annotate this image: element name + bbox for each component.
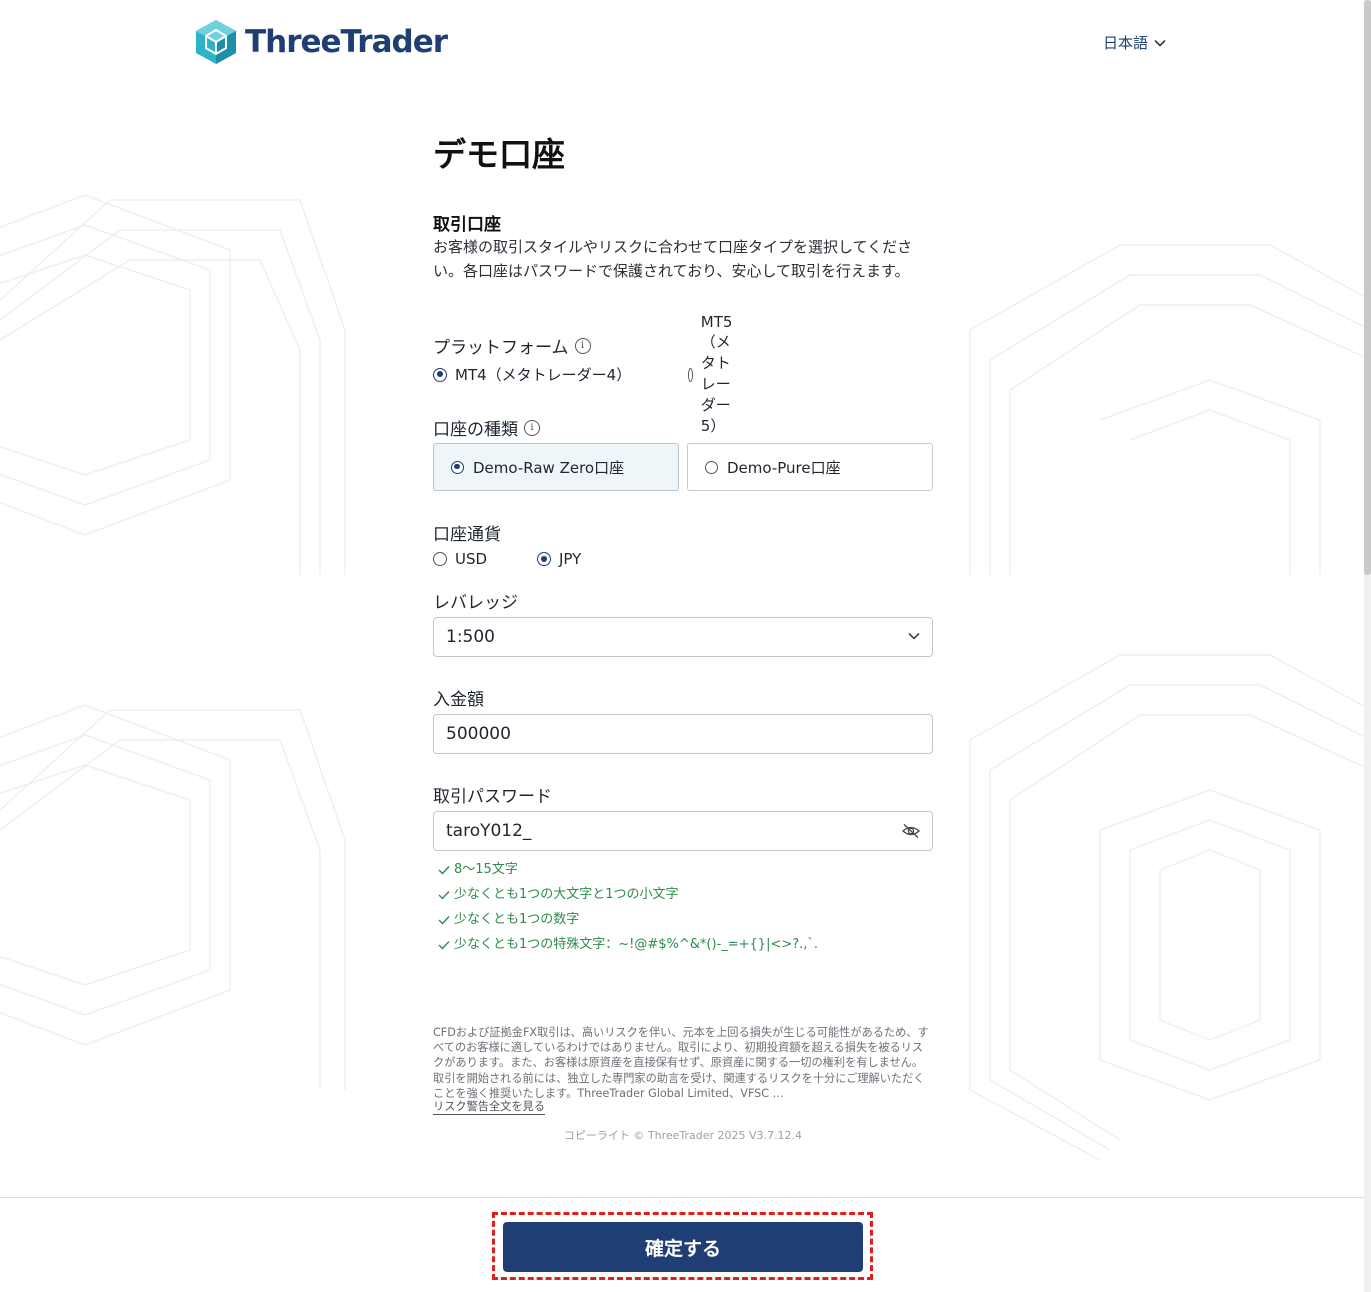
copyright-text: コピーライト © ThreeTrader 2025 V3.7.12.4 [563,1129,803,1142]
password-rules-list: 8～15文字 少なくとも1つの大文字と1つの小文字 少なくとも1つの数字 少なく… [438,857,818,957]
password-input[interactable] [446,821,886,841]
page-title: デモ口座 [433,135,565,174]
chevron-down-icon [908,632,920,640]
account-type-label-text: 口座の種類 [433,420,518,440]
section-description: お客様の取引スタイルやリスクに合わせて口座タイプを選択してください。各口座はパス… [433,238,913,280]
check-icon [438,865,450,875]
password-label: 取引パスワード [433,782,552,807]
radio-unselected-icon[interactable] [433,552,447,566]
account-type-option-pure[interactable]: Demo-Pure口座 [687,443,933,491]
currency-label: 口座通貨 [433,520,501,545]
platform-option-mt4[interactable]: MT4（メタトレーダー4） [433,364,631,385]
password-label-text: 取引パスワード [433,787,552,807]
language-selector[interactable]: 日本語 [1103,32,1166,53]
check-icon [438,890,450,900]
account-type-option-raw-zero[interactable]: Demo-Raw Zero口座 [433,443,679,491]
chevron-down-icon [1154,39,1166,47]
brand-name: ThreeTrader [245,24,448,60]
language-label: 日本語 [1103,34,1149,52]
risk-warning-link[interactable]: リスク警告全文を見る [433,1099,545,1115]
check-icon [438,915,450,925]
info-icon[interactable]: i [524,419,540,436]
platform-radio-group: MT4（メタトレーダー4） MT5（メタトレーダー5） [433,313,732,435]
platform-option-mt5[interactable]: MT5（メタトレーダー5） [688,313,742,436]
password-rule: 少なくとも1つの数字 [438,907,818,932]
deposit-field-wrapper [433,714,933,754]
password-rule: 8～15文字 [438,857,818,882]
password-rule: 少なくとも1つの大文字と1つの小文字 [438,882,818,907]
password-rule: 少なくとも1つの特殊文字：~!@#$%^&*()-_=+{}|<>?.,`. [438,932,818,957]
radio-selected-icon[interactable] [537,552,551,566]
radio-selected-icon[interactable] [451,460,464,474]
deposit-input[interactable] [446,724,920,744]
password-rule-text: 少なくとも1つの特殊文字：~!@#$%^&*()-_=+{}|<>?.,`. [454,937,819,952]
deposit-label-text: 入金額 [433,690,484,710]
leverage-label: レバレッジ [433,588,518,613]
info-icon[interactable]: i [574,337,591,354]
section-title: 取引口座 [433,215,501,235]
deposit-label: 入金額 [433,685,484,710]
check-icon [438,940,450,950]
currency-option-usd[interactable]: USD [433,550,487,568]
account-type-option-label: Demo-Pure口座 [727,458,841,477]
platform-label-text: プラットフォーム [433,338,569,358]
platform-label: プラットフォーム i [433,333,591,358]
leverage-selected-value: 1:500 [446,627,495,647]
currency-option-label: USD [455,550,488,568]
password-rule-text: 8～15文字 [454,862,518,877]
password-rule-text: 少なくとも1つの大文字と1つの小文字 [454,887,679,902]
currency-label-text: 口座通貨 [433,525,501,545]
currency-option-label: JPY [559,550,582,568]
radio-unselected-icon[interactable] [688,367,693,382]
scrollbar-thumb[interactable] [1364,0,1371,575]
confirm-button[interactable]: 確定する [503,1222,863,1272]
leverage-label-text: レバレッジ [433,593,518,613]
eye-off-icon[interactable] [902,823,920,839]
leverage-select[interactable]: 1:500 [433,617,933,657]
currency-option-jpy[interactable]: JPY [537,550,581,568]
risk-disclaimer: CFDおよび証拠金FX取引は、高いリスクを伴い、元本を上回る損失が生じる可能性が… [433,1026,929,1100]
password-field-wrapper [433,811,933,851]
radio-unselected-icon[interactable] [705,460,718,474]
platform-option-label: MT5（メタトレーダー5） [700,313,733,435]
radio-selected-icon[interactable] [433,367,447,382]
logo-cube-icon [196,20,236,64]
password-rule-text: 少なくとも1つの数字 [454,912,580,927]
account-type-label: 口座の種類 i [433,415,540,440]
account-type-option-label: Demo-Raw Zero口座 [473,458,625,477]
currency-radio-group: USD JPY [433,550,581,568]
platform-option-label: MT4（メタトレーダー4） [455,366,632,384]
brand-logo[interactable]: ThreeTrader [193,18,448,66]
